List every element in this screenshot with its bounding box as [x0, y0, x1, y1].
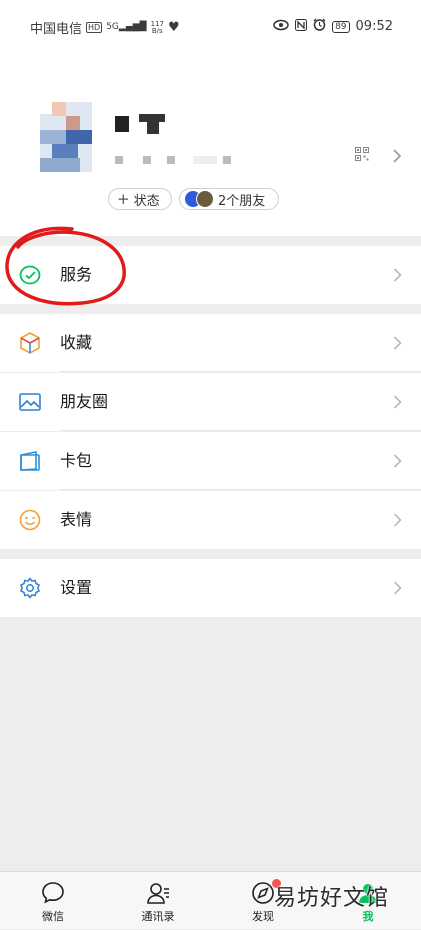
settings-label: 设置 [60, 578, 93, 597]
add-status-button[interactable]: + 状态 [108, 188, 172, 210]
tab-contacts[interactable]: 通讯录 [118, 872, 198, 930]
watermark-text: 易坊好文馆 [274, 886, 390, 911]
carrier-name: 中国电信 [30, 22, 83, 37]
divider [60, 371, 421, 372]
nfc-icon [295, 18, 308, 35]
status-right: 89 09:52 [273, 18, 393, 35]
clock-time: 09:52 [355, 19, 393, 34]
chevron-right-icon[interactable] [392, 148, 402, 164]
menu-item-cards[interactable]: 卡包 [0, 432, 421, 490]
friend-avatar-icon [196, 190, 214, 208]
contacts-person-icon [147, 883, 169, 904]
eye-icon [273, 19, 289, 35]
stickers-label: 表情 [60, 510, 93, 529]
services-icon [19, 265, 41, 285]
avatar[interactable] [40, 102, 92, 172]
chevron-right-icon [393, 513, 402, 527]
smiley-icon [19, 509, 41, 531]
qr-code-icon[interactable] [355, 147, 369, 161]
hd-badge: HD [86, 22, 103, 33]
menu-item-stickers[interactable]: 表情 [0, 491, 421, 549]
cards-label: 卡包 [60, 451, 93, 470]
friends-status-button[interactable]: 2个朋友 [179, 188, 279, 210]
moments-label: 朋友圈 [60, 392, 109, 411]
plus-icon: + [117, 189, 130, 208]
tab-label: 微信 [42, 910, 64, 923]
menu-item-settings[interactable]: 设置 [0, 559, 421, 617]
chevron-right-icon [393, 336, 402, 350]
chat-bubble-icon [42, 882, 64, 904]
divider [60, 430, 421, 431]
tab-chats[interactable]: 微信 [13, 872, 93, 930]
status-label: 状态 [133, 193, 160, 209]
battery-icon: 89 [332, 20, 350, 33]
net-speed: 117 B/s [151, 20, 164, 35]
signal-icon: 5G▂▄▆█ [106, 22, 147, 32]
gear-icon [20, 577, 40, 599]
chevron-right-icon [393, 581, 402, 595]
menu-item-favorites[interactable]: 收藏 [0, 314, 421, 372]
divider [60, 489, 421, 490]
status-bar: 中国电信 HD 5G▂▄▆█ 117 B/s ♥ 89 09:52 [0, 0, 421, 52]
chevron-right-icon [393, 395, 402, 409]
heart-icon: ♥ [167, 20, 180, 35]
moments-picture-icon [19, 393, 41, 411]
net-speed-unit: B/s [151, 26, 163, 35]
chevron-right-icon [393, 268, 402, 282]
nickname-blurred [115, 114, 167, 134]
chevron-right-icon [393, 454, 402, 468]
favorites-cube-icon [20, 332, 40, 354]
status-left: 中国电信 HD 5G▂▄▆█ 117 B/s ♥ [30, 18, 180, 37]
profile-header[interactable]: + 状态 2个朋友 [0, 52, 421, 236]
card-wallet-icon [20, 451, 40, 471]
friend-avatars [184, 190, 214, 208]
alarm-icon [313, 18, 326, 35]
favorites-label: 收藏 [60, 333, 93, 352]
wechat-id-blurred [115, 156, 240, 164]
friends-label: 2个朋友 [218, 193, 266, 209]
menu-item-moments[interactable]: 朋友圈 [0, 373, 421, 431]
signal-type: 5G [106, 22, 119, 32]
services-label: 服务 [60, 265, 93, 284]
tab-label: 通讯录 [141, 910, 175, 923]
menu-item-services[interactable]: 服务 [0, 246, 421, 304]
